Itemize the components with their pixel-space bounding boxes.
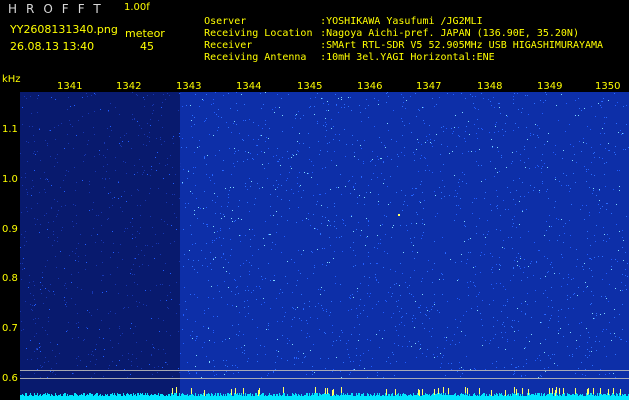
x-tick-label: 1342 [116, 81, 142, 92]
spectrogram-noise [20, 92, 629, 400]
x-tick-label: 1345 [297, 81, 323, 92]
app-brand-title: HROFFT [8, 2, 110, 16]
meteor-count: 45 [140, 40, 154, 53]
x-tick-label: 1347 [416, 81, 442, 92]
antenna-row: Receiving Antenna :10mH 3el.YAGI Horizont… [180, 41, 495, 74]
x-tick-label: 1348 [477, 81, 503, 92]
y-axis-unit: kHz [2, 74, 21, 85]
antenna-value: :10mH 3el.YAGI Horizontal:ENE [320, 52, 495, 63]
y-tick-label: 0.6 [2, 373, 18, 384]
spectrogram-plot [20, 92, 629, 400]
antenna-label: Receiving Antenna [204, 52, 307, 63]
spectrum-bright-region [180, 92, 629, 400]
reference-line [20, 378, 629, 379]
y-tick-label: 1.1 [2, 124, 18, 135]
image-filename: YY2608131340.png [10, 23, 118, 36]
reference-line [20, 370, 629, 371]
x-tick-label: 1343 [176, 81, 202, 92]
x-tick-label: 1349 [537, 81, 563, 92]
y-tick-label: 0.9 [2, 224, 18, 235]
y-tick-label: 1.0 [2, 174, 18, 185]
x-tick-label: 1346 [357, 81, 383, 92]
x-tick-label: 1344 [236, 81, 262, 92]
spectrogram-screen: HROFFT 1.00f YY2608131340.png 26.08.13 1… [0, 0, 629, 400]
meteor-echo-mark [398, 214, 400, 216]
x-tick-label: 1350 [595, 81, 621, 92]
y-tick-label: 0.7 [2, 323, 18, 334]
x-tick-label: 1341 [57, 81, 83, 92]
app-version: 1.00f [124, 2, 150, 13]
y-tick-label: 0.8 [2, 273, 18, 284]
meteor-label: meteor [125, 27, 165, 40]
capture-datetime: 26.08.13 13:40 [10, 40, 95, 53]
